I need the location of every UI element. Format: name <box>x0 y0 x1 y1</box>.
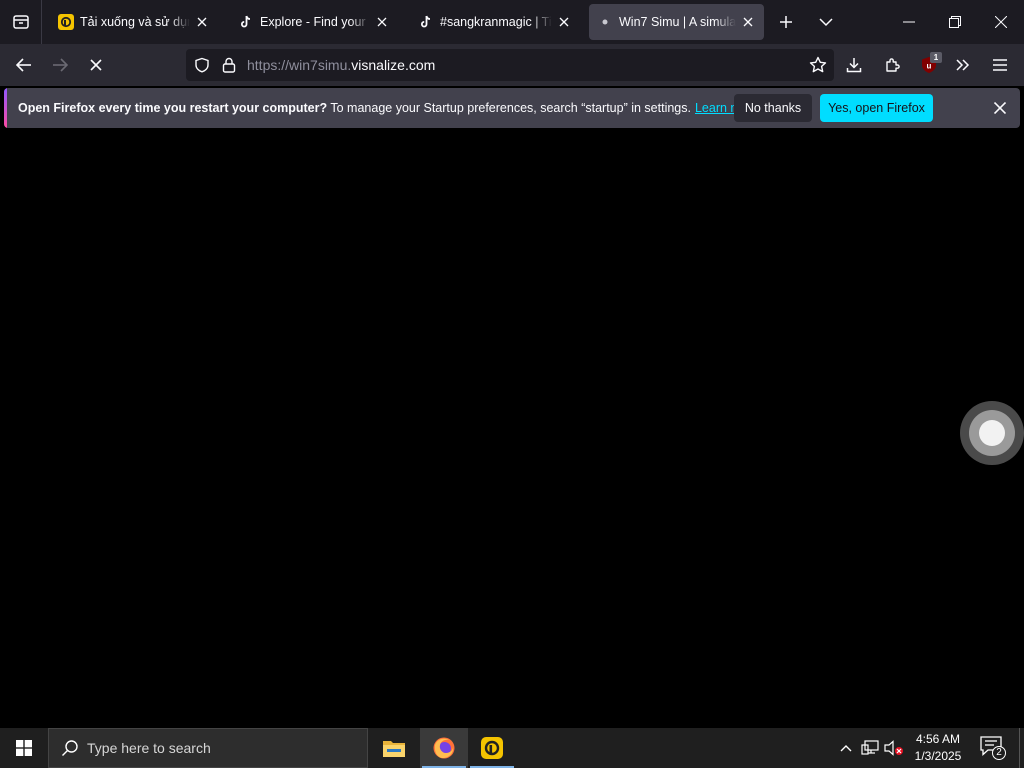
double-chevron-right-icon <box>956 59 970 71</box>
taskbar-clock[interactable]: 4:56 AM 1/3/2025 <box>908 731 968 765</box>
taskbar-search-box[interactable]: Type here to search <box>48 728 368 768</box>
firefox-view-button[interactable] <box>0 0 42 44</box>
close-tab-icon[interactable] <box>194 14 210 30</box>
more-tools-button[interactable] <box>947 49 979 81</box>
bookmark-star-icon[interactable] <box>808 55 828 75</box>
navigation-toolbar: https://win7simu.visnalize.com u 1 <box>0 44 1024 86</box>
arrow-left-icon <box>16 58 32 72</box>
tab-title: Win7 Simu | A simulator <box>619 15 736 29</box>
extensions-button[interactable] <box>876 49 908 81</box>
loading-dot-icon <box>597 14 613 30</box>
tab-explore[interactable]: Explore - Find your favorite <box>230 4 398 40</box>
close-icon <box>995 16 1007 28</box>
close-notification-button[interactable] <box>988 96 1012 120</box>
url-text[interactable]: https://win7simu.visnalize.com <box>247 57 435 73</box>
clock-date: 1/3/2025 <box>914 749 962 763</box>
search-icon <box>61 739 79 757</box>
tab-strip: Tải xuống và sử dụng LD Explore - Find y… <box>0 0 1024 44</box>
download-icon <box>846 57 862 73</box>
tab-sangkranmagic[interactable]: #sangkranmagic | TikTok <box>410 4 580 40</box>
ublock-origin-button[interactable]: u 1 <box>913 49 945 81</box>
taskbar-file-explorer[interactable] <box>370 728 418 768</box>
notification-bold-text: Open Firefox every time you restart your… <box>18 101 328 115</box>
close-tab-icon[interactable] <box>374 14 390 30</box>
notification-text: To manage your Startup preferences, sear… <box>327 101 691 115</box>
ldplayer-icon <box>58 14 74 30</box>
action-center-button[interactable]: 2 <box>980 736 1006 760</box>
start-button[interactable] <box>0 728 48 768</box>
notification-accent-stripe <box>4 88 7 128</box>
clock-time: 4:56 AM <box>915 732 961 746</box>
url-prefix: https://win7simu. <box>247 57 352 73</box>
tiktok-icon <box>238 14 254 30</box>
volume-button[interactable] <box>884 738 904 758</box>
extension-badge: 1 <box>930 52 942 63</box>
show-desktop-button[interactable] <box>1019 728 1024 768</box>
network-status-button[interactable] <box>860 738 880 758</box>
taskbar-firefox[interactable] <box>420 728 468 768</box>
minimize-icon <box>903 21 915 23</box>
tracking-protection-shield-icon[interactable] <box>194 57 210 73</box>
tab-title: #sangkranmagic | TikTok <box>440 15 552 29</box>
close-tab-icon[interactable] <box>556 14 572 30</box>
close-window-button[interactable] <box>978 0 1024 44</box>
restore-icon <box>949 16 961 28</box>
minimize-button[interactable] <box>886 0 932 44</box>
stop-icon <box>90 59 102 71</box>
new-tab-button[interactable] <box>768 4 804 40</box>
forward-button[interactable] <box>44 49 76 81</box>
startup-notification-bar: Open Firefox every time you restart your… <box>4 88 1020 128</box>
back-button[interactable] <box>8 49 40 81</box>
hamburger-menu-icon <box>993 59 1007 71</box>
firefox-view-icon <box>12 13 30 31</box>
tab-win7simu[interactable]: Win7 Simu | A simulator <box>589 4 764 40</box>
assistive-button-ring <box>969 410 1015 456</box>
address-bar[interactable]: https://win7simu.visnalize.com <box>186 49 834 81</box>
tab-title: Explore - Find your favorite <box>260 15 370 29</box>
chevron-up-icon <box>840 744 852 752</box>
windows-taskbar: Type here to search 4:56 AM 1/3/2025 2 <box>0 728 1024 768</box>
file-explorer-icon <box>382 738 406 758</box>
assistive-button-dot <box>979 420 1005 446</box>
puzzle-piece-icon <box>884 57 900 73</box>
lock-icon[interactable] <box>222 57 236 73</box>
page-content <box>0 131 1024 728</box>
close-icon <box>994 102 1006 114</box>
show-hidden-icons-button[interactable] <box>836 738 856 758</box>
chevron-down-icon <box>819 17 833 27</box>
downloads-button[interactable] <box>838 49 870 81</box>
tab-title: Tải xuống và sử dụng LD <box>80 15 190 29</box>
list-all-tabs-button[interactable] <box>808 4 844 40</box>
windows-logo-icon <box>16 740 32 756</box>
speaker-muted-icon <box>884 740 904 756</box>
stop-button[interactable] <box>80 49 112 81</box>
notification-count-badge: 2 <box>992 746 1006 760</box>
arrow-right-icon <box>52 58 68 72</box>
tiktok-icon <box>418 14 434 30</box>
yes-open-firefox-button[interactable]: Yes, open Firefox <box>820 94 933 122</box>
notification-message: Open Firefox every time you restart your… <box>18 101 759 115</box>
floating-assistive-button[interactable] <box>960 401 1024 465</box>
close-tab-icon[interactable] <box>740 14 756 30</box>
taskbar-ldplayer[interactable] <box>468 728 516 768</box>
tab-ldplayer[interactable]: Tải xuống và sử dụng LD <box>50 4 218 40</box>
no-thanks-button[interactable]: No thanks <box>734 94 812 122</box>
url-host: visnalize.com <box>351 57 436 73</box>
plus-icon <box>779 15 793 29</box>
restore-button[interactable] <box>932 0 978 44</box>
ldplayer-icon <box>480 736 504 760</box>
search-placeholder: Type here to search <box>87 740 211 756</box>
firefox-icon <box>432 736 456 760</box>
network-icon <box>861 740 879 756</box>
app-menu-button[interactable] <box>984 49 1016 81</box>
